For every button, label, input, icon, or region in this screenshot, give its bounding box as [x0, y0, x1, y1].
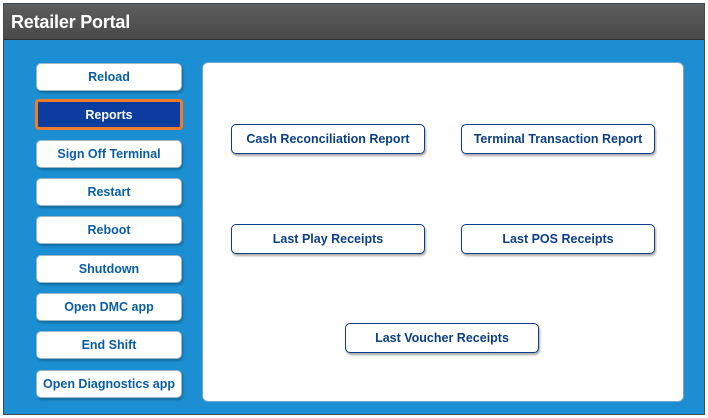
reload-button[interactable]: Reload: [36, 63, 182, 91]
last-play-receipts-button[interactable]: Last Play Receipts: [231, 224, 425, 254]
app-title: Retailer Portal: [11, 12, 131, 32]
open-dmc-app-button[interactable]: Open DMC app: [36, 293, 182, 321]
restart-button[interactable]: Restart: [36, 178, 182, 206]
cash-reconciliation-report-button[interactable]: Cash Reconciliation Report: [231, 124, 425, 154]
sign-off-terminal-button[interactable]: Sign Off Terminal: [36, 140, 182, 168]
title-bar: Retailer Portal: [4, 4, 704, 40]
open-diagnostics-app-button[interactable]: Open Diagnostics app: [36, 370, 182, 398]
terminal-transaction-report-button[interactable]: Terminal Transaction Report: [461, 124, 655, 154]
app-window: Retailer Portal Reload Reports Sign Off …: [3, 3, 705, 415]
end-shift-button[interactable]: End Shift: [36, 331, 182, 359]
last-voucher-receipts-button[interactable]: Last Voucher Receipts: [345, 323, 539, 353]
reports-button[interactable]: Reports: [35, 99, 183, 130]
last-pos-receipts-button[interactable]: Last POS Receipts: [461, 224, 655, 254]
reboot-button[interactable]: Reboot: [36, 216, 182, 244]
shutdown-button[interactable]: Shutdown: [36, 255, 182, 283]
reports-panel: Cash Reconciliation Report Terminal Tran…: [202, 62, 684, 402]
